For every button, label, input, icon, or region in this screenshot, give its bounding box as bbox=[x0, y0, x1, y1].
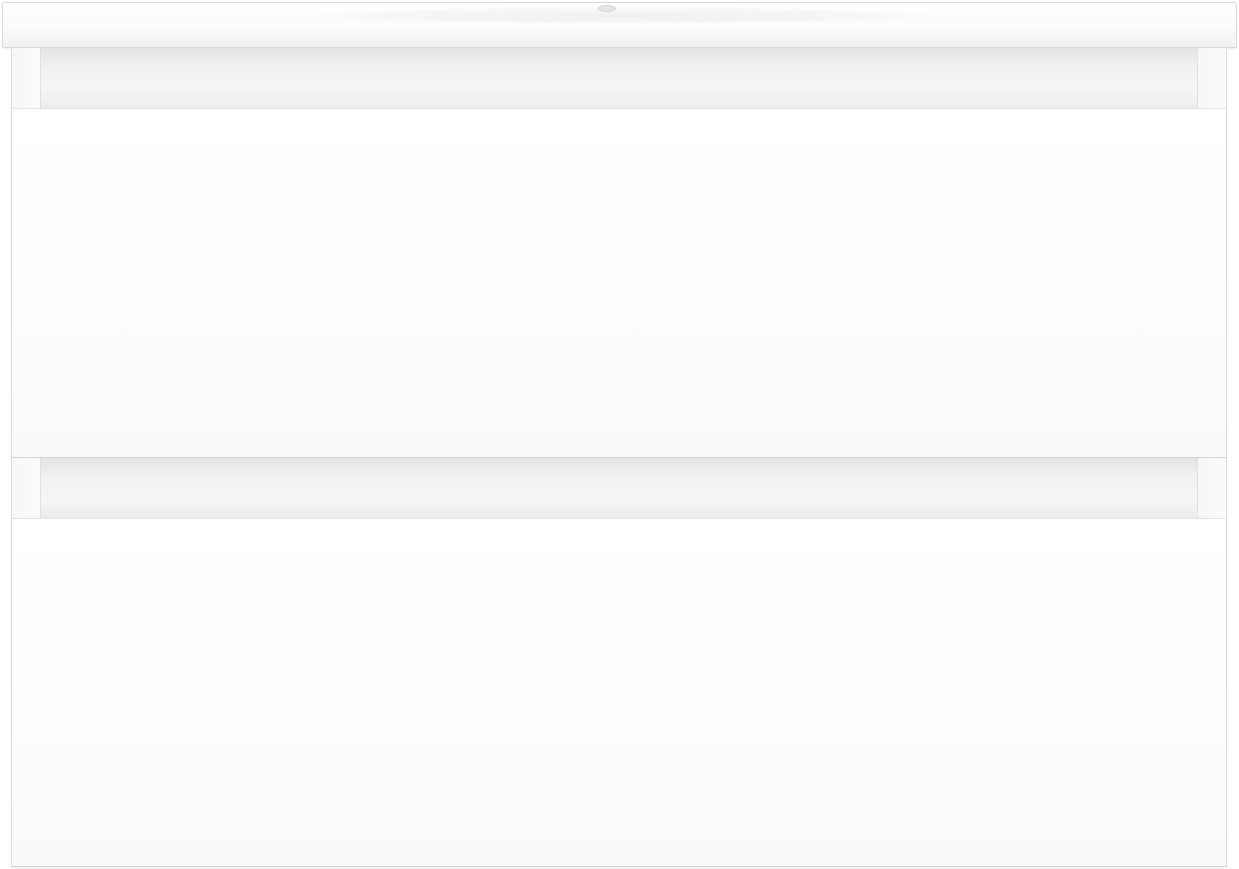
lower-drawer bbox=[12, 518, 1226, 867]
upper-handle-recess bbox=[12, 48, 1226, 108]
tap-hole bbox=[598, 5, 616, 12]
basin-countertop bbox=[2, 2, 1237, 48]
recess-side-right bbox=[1197, 48, 1226, 108]
product-image bbox=[0, 0, 1239, 869]
recess-side-right bbox=[1197, 458, 1226, 518]
lower-handle-recess bbox=[12, 458, 1226, 518]
upper-drawer bbox=[12, 108, 1226, 458]
recess-side-left bbox=[12, 48, 41, 108]
vanity-cabinet bbox=[11, 48, 1227, 867]
basin-bowl bbox=[303, 7, 943, 23]
recess-side-left bbox=[12, 458, 41, 518]
